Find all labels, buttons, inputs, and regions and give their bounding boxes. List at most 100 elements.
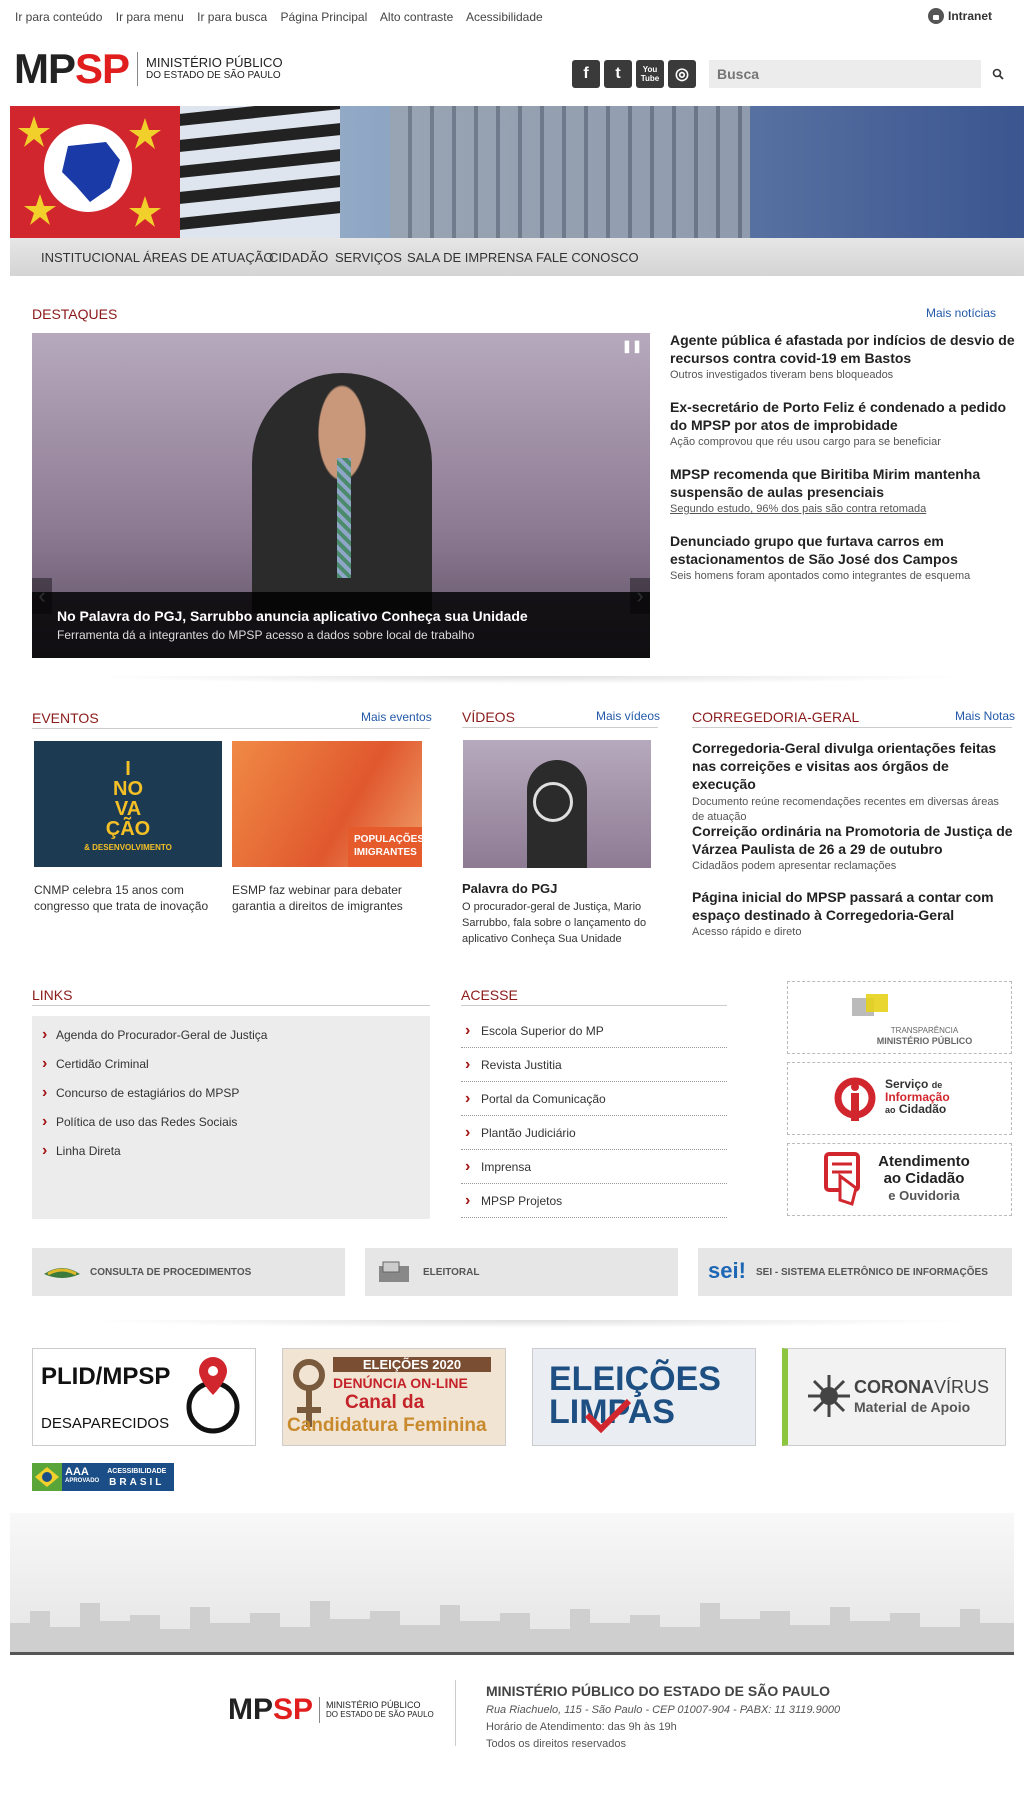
footer-logo[interactable]: MP SP MINISTÉRIO PÚBLICO DO ESTADO DE SÃO… [228, 1693, 434, 1727]
brasil-label: BRASIL [109, 1477, 165, 1488]
video-title[interactable]: Palavra do PGJ [462, 881, 557, 896]
event-text[interactable]: ESMP faz webinar para debater garantia a… [232, 882, 422, 914]
eleicoes-limpas-word: ELEIÇÕES [549, 1360, 721, 1398]
footer-logo-divider [319, 1697, 321, 1723]
nav-fale-conosco[interactable]: FALE CONOSCO [536, 250, 639, 265]
high-contrast-link[interactable]: Alto contraste [380, 10, 453, 24]
link-linha-direta[interactable]: Linha Direta [42, 1142, 121, 1160]
search-input[interactable] [709, 60, 981, 88]
corregedoria-item[interactable]: Corregedoria-Geral divulga orientações f… [692, 739, 1014, 825]
plid-desaparecidos-banner[interactable]: PLID/MPSP DESAPARECIDOS [32, 1348, 256, 1446]
header-banner [10, 106, 1024, 238]
plid-title: PLID/MPSP [41, 1363, 171, 1390]
acesse-plantao-judiciario[interactable]: Plantão Judiciário [461, 1116, 727, 1150]
youtube-icon[interactable]: You Tube [636, 60, 664, 88]
site-logo[interactable]: MP SP MINISTÉRIO PÚBLICO DO ESTADO DE SÃO… [14, 48, 283, 90]
footer-rights: Todos os direitos reservados [486, 1738, 627, 1750]
news-title[interactable]: MPSP recomenda que Biritiba Mirim manten… [670, 465, 1020, 501]
featured-slide[interactable]: ❚❚ ‹ › No Palavra do PGJ, Sarrubbo anunc… [32, 333, 650, 658]
skip-to-search-link[interactable]: Ir para busca [197, 10, 267, 24]
transparencia-icon [852, 994, 888, 1016]
news-title[interactable]: Agente pública é afastada por indícios d… [670, 331, 1020, 367]
nav-cidadao[interactable]: CIDADÃO [269, 250, 328, 265]
acesse-escola-superior[interactable]: Escola Superior do MP [461, 1014, 727, 1048]
tool-label: SEI - SISTEMA ELETRÔNICO DE INFORMAÇÕES [756, 1266, 988, 1278]
twitter-icon[interactable]: t [604, 60, 632, 88]
nav-servicos[interactable]: SERVIÇOS [335, 250, 402, 265]
facebook-icon[interactable]: f [572, 60, 600, 88]
news-title[interactable]: Ex-secretário de Porto Feliz é condenado… [670, 398, 1020, 434]
home-page-link[interactable]: Página Principal [281, 10, 368, 24]
news-item[interactable]: Denunciado grupo que furtava carros em e… [670, 532, 1020, 582]
consulta-procedimentos-button[interactable]: CONSULTA DE PROCEDIMENTOS [32, 1248, 345, 1296]
event-image-text: ÇÃO [105, 818, 151, 840]
section-divider [80, 1320, 980, 1328]
link-agenda-pgj[interactable]: Agenda do Procurador-Geral de Justiça [42, 1026, 267, 1044]
corregedoria-subtitle: Cidadãos podem apresentar reclamações [692, 860, 897, 872]
corregedoria-item[interactable]: Correição ordinária na Promotoria de Jus… [692, 822, 1014, 872]
eleicoes-2020-banner[interactable]: ELEIÇÕES 2020 DENÚNCIA ON-LINE Canal da … [282, 1348, 506, 1446]
eventos-underline [32, 728, 430, 729]
news-subtitle[interactable]: Segundo estudo, 96% dos pais são contra … [670, 503, 1020, 515]
pause-icon[interactable]: ❚❚ [622, 339, 642, 353]
slide-subtitle: Ferramenta dá a integrantes do MPSP aces… [57, 628, 475, 642]
sic-box[interactable]: Serviço de Informação ao Cidadão [787, 1062, 1012, 1135]
event-image-inovacao[interactable]: I NO VA ÇÃO & DESENVOLVIMENTO [34, 741, 222, 867]
lock-icon [928, 8, 944, 24]
eleicoes-limpas-banner[interactable]: ELEIÇÕES LIMPAS [532, 1348, 756, 1446]
coronavirus-banner[interactable]: CORONAVÍRUS Material de Apoio [782, 1348, 1006, 1446]
search-icon[interactable] [992, 68, 1004, 80]
acesse-heading: ACESSE [461, 987, 518, 1003]
more-videos-link[interactable]: Mais vídeos [596, 709, 660, 723]
corregedoria-subtitle: Acesso rápido e direto [692, 926, 802, 938]
news-item[interactable]: Ex-secretário de Porto Feliz é condenado… [670, 398, 1020, 448]
instagram-icon[interactable]: ◎ [668, 60, 696, 88]
sic-word: Cidadão [898, 1102, 947, 1116]
more-events-link[interactable]: Mais eventos [361, 710, 432, 724]
logo-line1: MINISTÉRIO PÚBLICO [146, 55, 283, 70]
corregedoria-item[interactable]: Página inicial do MPSP passará a contar … [692, 888, 1014, 938]
news-item[interactable]: Agente pública é afastada por indícios d… [670, 331, 1020, 381]
sic-word: Serviço [885, 1077, 929, 1091]
slide-title[interactable]: No Palavra do PGJ, Sarrubbo anuncia apli… [57, 608, 625, 624]
intranet-link[interactable]: Intranet [928, 8, 992, 24]
more-notes-link[interactable]: Mais Notas [955, 709, 1015, 723]
main-nav: INSTITUCIONAL ÁREAS DE ATUAÇÃO CIDADÃO S… [10, 238, 1024, 276]
video-thumbnail[interactable] [463, 740, 651, 868]
event-text[interactable]: CNMP celebra 15 anos com congresso que t… [34, 882, 222, 914]
link-politica-redes-sociais[interactable]: Política de uso das Redes Sociais [42, 1113, 237, 1131]
denuncia-online-label: DENÚNCIA ON-LINE [333, 1375, 468, 1391]
acesse-imprensa[interactable]: Imprensa [461, 1150, 727, 1184]
eleitoral-button[interactable]: ELEITORAL [365, 1248, 678, 1296]
play-icon[interactable] [533, 782, 573, 822]
news-item[interactable]: MPSP recomenda que Biritiba Mirim manten… [670, 465, 1020, 515]
accessibility-link[interactable]: Acessibilidade [466, 10, 543, 24]
corregedoria-title[interactable]: Corregedoria-Geral divulga orientações f… [692, 739, 1014, 793]
corregedoria-title[interactable]: Página inicial do MPSP passará a contar … [692, 888, 1014, 924]
logo-mp: MP [14, 45, 76, 92]
sei-button[interactable]: sei! SEI - SISTEMA ELETRÔNICO DE INFORMA… [698, 1248, 1012, 1296]
sic-label: Serviço de Informação ao Cidadão [885, 1078, 950, 1116]
skip-to-menu-link[interactable]: Ir para menu [116, 10, 184, 24]
skip-to-content-link[interactable]: Ir para conteúdo [15, 10, 102, 24]
sei-logo-icon: sei! [708, 1258, 746, 1283]
footer-address: Rua Riachuelo, 115 - São Paulo - CEP 010… [486, 1704, 841, 1716]
nav-institucional[interactable]: INSTITUCIONAL [41, 250, 140, 265]
acesse-revista-justitia[interactable]: Revista Justitia [461, 1048, 727, 1082]
link-certidao-criminal[interactable]: Certidão Criminal [42, 1055, 149, 1073]
atendimento-box[interactable]: Atendimento ao Cidadão e Ouvidoria [787, 1143, 1012, 1216]
event-image-imigrantes[interactable]: POPULAÇÕES IMIGRANTES [232, 741, 422, 867]
news-title[interactable]: Denunciado grupo que furtava carros em e… [670, 532, 1020, 568]
acesse-mpsp-projetos[interactable]: MPSP Projetos [461, 1184, 727, 1218]
logo-divider [137, 52, 139, 86]
nav-sala-de-imprensa[interactable]: SALA DE IMPRENSA [407, 250, 533, 265]
link-concurso-estagiarios[interactable]: Concurso de estagiários do MPSP [42, 1084, 239, 1102]
corregedoria-title[interactable]: Correição ordinária na Promotoria de Jus… [692, 822, 1014, 858]
tool-label: CONSULTA DE PROCEDIMENTOS [90, 1266, 252, 1278]
links-heading: LINKS [32, 987, 73, 1003]
accessibility-brasil-badge[interactable]: AAA APROVADO ACESSIBILIDADE BRASIL [32, 1463, 174, 1491]
more-news-link[interactable]: Mais notícias [926, 306, 996, 320]
acesse-portal-comunicacao[interactable]: Portal da Comunicação [461, 1082, 727, 1116]
transparencia-box[interactable]: TRANSPARÊNCIA MINISTÉRIO PÚBLICO [787, 981, 1012, 1054]
nav-areas-de-atuacao[interactable]: ÁREAS DE ATUAÇÃO [143, 250, 274, 265]
